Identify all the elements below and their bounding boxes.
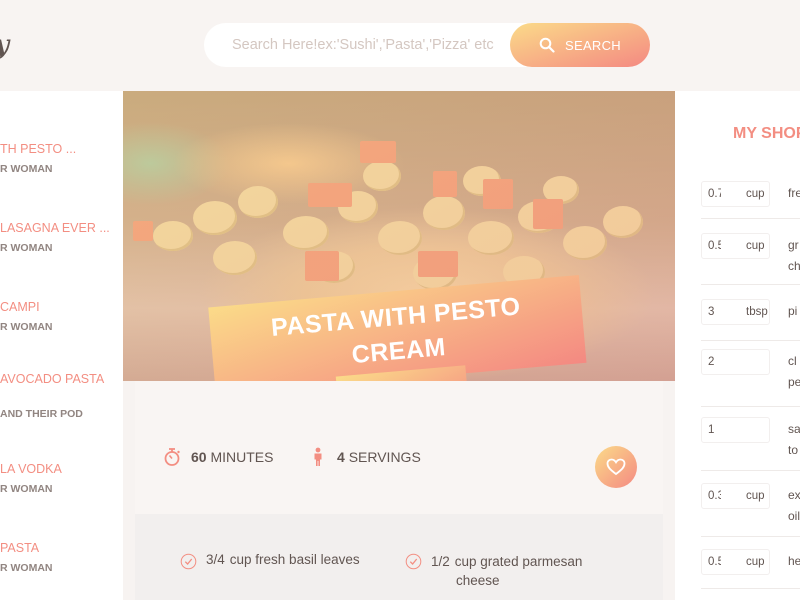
logo[interactable]: y xyxy=(0,30,9,60)
shopping-item-count xyxy=(701,417,770,443)
result-publisher: R WOMAN xyxy=(0,562,53,574)
shopping-item-count: tbsp xyxy=(701,299,770,325)
unit-label: cup xyxy=(746,240,765,252)
ingredient-description-cont: cheese xyxy=(456,573,500,588)
shopping-item: cup exoil xyxy=(701,471,800,537)
search-button-label: SEARCH xyxy=(565,37,621,53)
shopping-item-description: pi xyxy=(788,304,798,318)
result-item[interactable]: PASTA R WOMAN xyxy=(0,541,123,574)
favorite-button[interactable] xyxy=(595,446,637,488)
search-form: SEARCH xyxy=(204,23,650,67)
shopping-item-description: he xyxy=(788,554,800,568)
quantity-input[interactable] xyxy=(702,424,736,436)
shopping-item: cup grch xyxy=(701,219,800,285)
result-item[interactable]: AVOCADO PASTA AND THEIR POD xyxy=(0,372,123,420)
recipe-info-servings: 4 SERVINGS xyxy=(309,447,421,467)
ingredient-item: 3/4 cup fresh basil leaves xyxy=(180,552,360,570)
unit-label: tbsp xyxy=(746,306,768,318)
result-item[interactable]: LASAGNA EVER ... R WOMAN xyxy=(0,221,123,254)
shopping-item-count: cup xyxy=(701,483,770,509)
shopping-item-description: ex oil xyxy=(788,488,800,523)
servings-label: SERVINGS xyxy=(348,449,421,465)
shopping-list-title: MY SHOP xyxy=(733,125,800,142)
quantity-input[interactable] xyxy=(702,490,736,502)
result-title: LASAGNA EVER ... xyxy=(0,221,110,235)
header: y SEARCH xyxy=(0,0,800,91)
result-item[interactable]: CAMPI R WOMAN xyxy=(0,300,123,333)
result-title: TH PESTO ... xyxy=(0,142,77,156)
result-publisher: AND THEIR POD xyxy=(0,408,83,420)
shopping-item-count: cup xyxy=(701,549,770,575)
servings-value: 4 xyxy=(337,449,345,465)
search-button[interactable]: SEARCH xyxy=(510,23,650,67)
quantity-input[interactable] xyxy=(702,240,736,252)
shopping-item: cup he xyxy=(701,537,800,589)
recipe-info-minutes: 60 MINUTES xyxy=(163,447,273,467)
result-title: LA VODKA xyxy=(0,462,62,476)
result-title: AVOCADO PASTA xyxy=(0,372,105,386)
shopping-item-description: gr ch xyxy=(788,238,800,273)
unit-label: cup xyxy=(746,490,765,502)
result-publisher: R WOMAN xyxy=(0,483,53,495)
recipe-details: 60 MINUTES 4 SERVINGS xyxy=(135,381,663,514)
result-publisher: R WOMAN xyxy=(0,163,53,175)
minutes-label: MINUTES xyxy=(210,449,274,465)
stopwatch-icon xyxy=(164,448,180,466)
ingredient-quantity: 3/4 xyxy=(206,552,225,567)
shopping-item-description: sa to xyxy=(788,422,800,457)
shopping-item: clpe xyxy=(701,341,800,407)
shopping-item-count: cup xyxy=(701,233,770,259)
heart-icon xyxy=(606,458,626,476)
search-icon xyxy=(539,37,555,53)
ingredient-item: 1/2 cup grated parmesan cheese xyxy=(405,552,582,590)
result-item[interactable]: TH PESTO ... R WOMAN xyxy=(0,142,123,175)
shopping-item-count: cup xyxy=(701,181,770,207)
result-title: PASTA xyxy=(0,541,40,555)
quantity-input[interactable] xyxy=(702,306,736,318)
recipe: PASTA WITH PESTO CREAM SAUCE 60 MINUTES … xyxy=(123,91,675,600)
result-publisher: R WOMAN xyxy=(0,321,53,333)
result-title: CAMPI xyxy=(0,300,40,314)
search-results: TH PESTO ... R WOMAN LASAGNA EVER ... R … xyxy=(0,91,123,600)
quantity-input[interactable] xyxy=(702,188,736,200)
quantity-input[interactable] xyxy=(702,556,736,568)
ingredient-description: cup fresh basil leaves xyxy=(229,552,360,567)
unit-label: cup xyxy=(746,556,765,568)
shopping-item-description: fre xyxy=(788,186,800,200)
ingredient-description: cup grated parmesan xyxy=(454,554,583,569)
result-item[interactable]: LA VODKA R WOMAN xyxy=(0,462,123,495)
shopping-item-count xyxy=(701,349,770,375)
shopping-item: sato xyxy=(701,407,800,471)
search-input[interactable] xyxy=(204,23,534,67)
unit-label: cup xyxy=(746,188,765,200)
shopping-item-description: cl pe xyxy=(788,354,800,389)
ingredient-quantity: 1/2 xyxy=(431,554,450,569)
minutes-value: 60 xyxy=(191,449,207,465)
quantity-input[interactable] xyxy=(702,356,736,368)
check-icon xyxy=(180,553,197,570)
shopping-item: cup fre xyxy=(701,169,800,219)
result-publisher: R WOMAN xyxy=(0,242,53,254)
shopping-list: MY SHOP cup fre cup grch tbsp pi clpe xyxy=(675,91,800,600)
person-icon xyxy=(314,447,322,466)
shopping-item: tbsp pi xyxy=(701,285,800,341)
recipe-ingredients: 3/4 cup fresh basil leaves 1/2 cup grated … xyxy=(135,514,663,600)
check-icon xyxy=(405,553,422,570)
